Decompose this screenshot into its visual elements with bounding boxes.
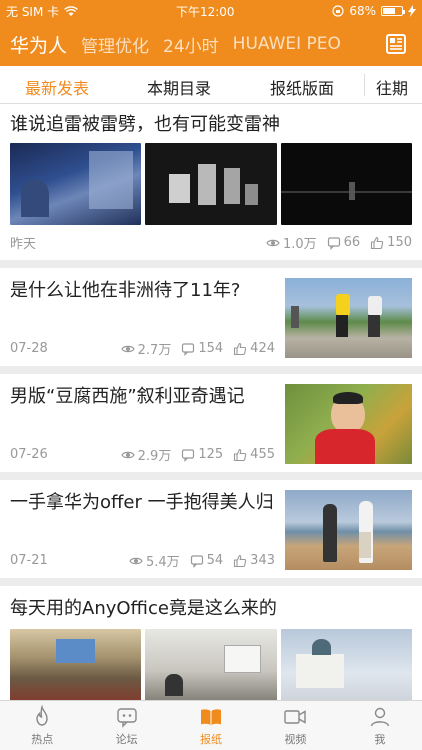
article-feed[interactable]: 谁说追雷被雷劈，也有可能变雷神 昨天 1.0万 66 150 是什么让他在非洲待… bbox=[0, 104, 422, 700]
like-count: 150 bbox=[387, 235, 412, 250]
channel-tab-2[interactable]: 24小时 bbox=[163, 32, 219, 57]
article-card[interactable]: 每天用的AnyOffice竟是这么来的 bbox=[0, 586, 422, 700]
article-title: 一手拿华为offer 一手抱得美人归 bbox=[10, 492, 274, 513]
subtab-pages-label: 报纸版面 bbox=[270, 79, 335, 98]
article-date: 07-21 bbox=[10, 553, 48, 568]
tab-newspaper-label: 报纸 bbox=[200, 732, 223, 746]
comment-icon bbox=[190, 554, 203, 568]
tab-me-label: 我 bbox=[374, 732, 386, 746]
view-count: 1.0万 bbox=[282, 237, 317, 252]
article-title: 每天用的AnyOffice竟是这么来的 bbox=[10, 598, 277, 619]
article-date: 昨天 bbox=[10, 237, 37, 252]
battery-fill bbox=[383, 8, 395, 14]
article-card[interactable]: 一手拿华为offer 一手抱得美人归 07-21 5.4万 54 343 bbox=[0, 480, 422, 578]
person-icon bbox=[370, 707, 390, 726]
article-image-cathedral bbox=[280, 629, 412, 700]
article-date: 07-28 bbox=[10, 341, 48, 356]
article-image-conference bbox=[10, 629, 142, 700]
article-thumbnail-runners bbox=[285, 278, 412, 358]
view-count: 2.7万 bbox=[137, 343, 172, 358]
subtab-latest[interactable]: 最新发表 bbox=[25, 75, 89, 107]
comment-icon bbox=[327, 236, 340, 250]
channel-tab-1[interactable]: 管理优化 bbox=[81, 32, 149, 57]
article-title: 男版“豆腐西施”叙利亚奇遇记 bbox=[10, 386, 245, 407]
eye-icon bbox=[266, 239, 280, 246]
battery-icon bbox=[381, 6, 405, 16]
article-date: 07-26 bbox=[10, 447, 48, 462]
thumbs-up-icon bbox=[234, 448, 247, 461]
article-image-night-equipment bbox=[145, 143, 277, 225]
article-card[interactable]: 男版“豆腐西施”叙利亚奇遇记 07-26 2.9万 125 455 bbox=[0, 374, 422, 472]
comment-icon bbox=[182, 448, 195, 462]
top-header: 无 SIM 卡 下午12:00 68% 华为人 管理优化 24小时 HUAWEI… bbox=[0, 0, 422, 66]
article-card[interactable]: 是什么让他在非洲待了11年? 07-28 2.7万 154 424 bbox=[0, 268, 422, 366]
subtab-contents[interactable]: 本期目录 bbox=[147, 75, 211, 99]
article-image-office-team bbox=[145, 629, 277, 700]
comment-count: 125 bbox=[198, 447, 224, 462]
tab-hot[interactable]: 热点 bbox=[0, 701, 84, 750]
channel-tab-0[interactable]: 华为人 bbox=[10, 31, 67, 58]
like-count: 343 bbox=[250, 553, 275, 568]
like-count: 424 bbox=[250, 341, 275, 356]
article-title: 谁说追雷被雷劈，也有可能变雷神 bbox=[10, 114, 280, 135]
bottom-tab-bar: 热点 论坛 报纸 视频 我 bbox=[0, 700, 422, 750]
comment-icon bbox=[182, 342, 195, 356]
open-book-icon bbox=[201, 708, 222, 725]
comment-count: 54 bbox=[206, 553, 224, 568]
channel-menu-button[interactable] bbox=[370, 22, 422, 66]
subtab-archive[interactable]: 往期 bbox=[376, 75, 408, 99]
thumbs-up-icon bbox=[234, 342, 247, 355]
channel-tab-3[interactable]: HUAWEI PEO bbox=[233, 34, 341, 54]
thumbs-up-icon bbox=[371, 236, 384, 249]
charging-bolt-icon bbox=[408, 5, 416, 17]
tab-video-label: 视频 bbox=[284, 732, 307, 746]
article-card[interactable]: 谁说追雷被雷劈，也有可能变雷神 昨天 1.0万 66 150 bbox=[0, 104, 422, 260]
sub-tab-bar: 最新发表 本期目录 报纸版面 往期 bbox=[0, 66, 422, 104]
view-count: 5.4万 bbox=[145, 555, 180, 570]
tab-me[interactable]: 我 bbox=[338, 701, 422, 750]
subtab-archive-label: 往期 bbox=[376, 79, 409, 98]
status-bar: 无 SIM 卡 下午12:00 68% bbox=[0, 0, 422, 22]
subtab-pages[interactable]: 报纸版面 bbox=[270, 75, 334, 99]
battery-percent: 68% bbox=[349, 4, 376, 18]
view-count: 2.9万 bbox=[137, 449, 172, 464]
carrier-label: 无 SIM 卡 bbox=[6, 4, 60, 19]
tab-forum[interactable]: 论坛 bbox=[84, 701, 168, 750]
comment-count: 66 bbox=[343, 235, 361, 250]
clock-time: 下午12:00 bbox=[175, 4, 235, 19]
eye-icon bbox=[120, 451, 135, 458]
channel-bar: 华为人 管理优化 24小时 HUAWEI PEO bbox=[0, 22, 422, 66]
like-count: 455 bbox=[250, 447, 275, 462]
eye-icon bbox=[129, 557, 143, 564]
newspaper-menu-icon bbox=[386, 34, 406, 54]
subtab-contents-label: 本期目录 bbox=[147, 79, 212, 98]
article-thumbnail-portrait bbox=[285, 384, 412, 464]
orientation-lock-icon bbox=[332, 5, 344, 17]
subtab-divider bbox=[364, 74, 365, 96]
article-thumbnail-beach-couple bbox=[285, 490, 412, 570]
tab-newspaper[interactable]: 报纸 bbox=[169, 701, 253, 750]
eye-icon bbox=[120, 345, 135, 352]
article-title: 是什么让他在非洲待了11年? bbox=[10, 280, 241, 301]
comment-count: 154 bbox=[198, 341, 224, 356]
chat-robot-icon bbox=[116, 707, 137, 728]
article-image-lab bbox=[10, 143, 142, 225]
subtab-latest-label: 最新发表 bbox=[25, 79, 90, 98]
video-camera-icon bbox=[284, 709, 307, 724]
thumbs-up-icon bbox=[234, 554, 247, 567]
tab-hot-label: 热点 bbox=[31, 732, 54, 746]
article-image-dark-field bbox=[280, 143, 412, 225]
tab-forum-label: 论坛 bbox=[115, 732, 138, 746]
flame-icon bbox=[36, 704, 48, 726]
tab-video[interactable]: 视频 bbox=[253, 701, 337, 750]
wifi-icon bbox=[64, 5, 79, 16]
